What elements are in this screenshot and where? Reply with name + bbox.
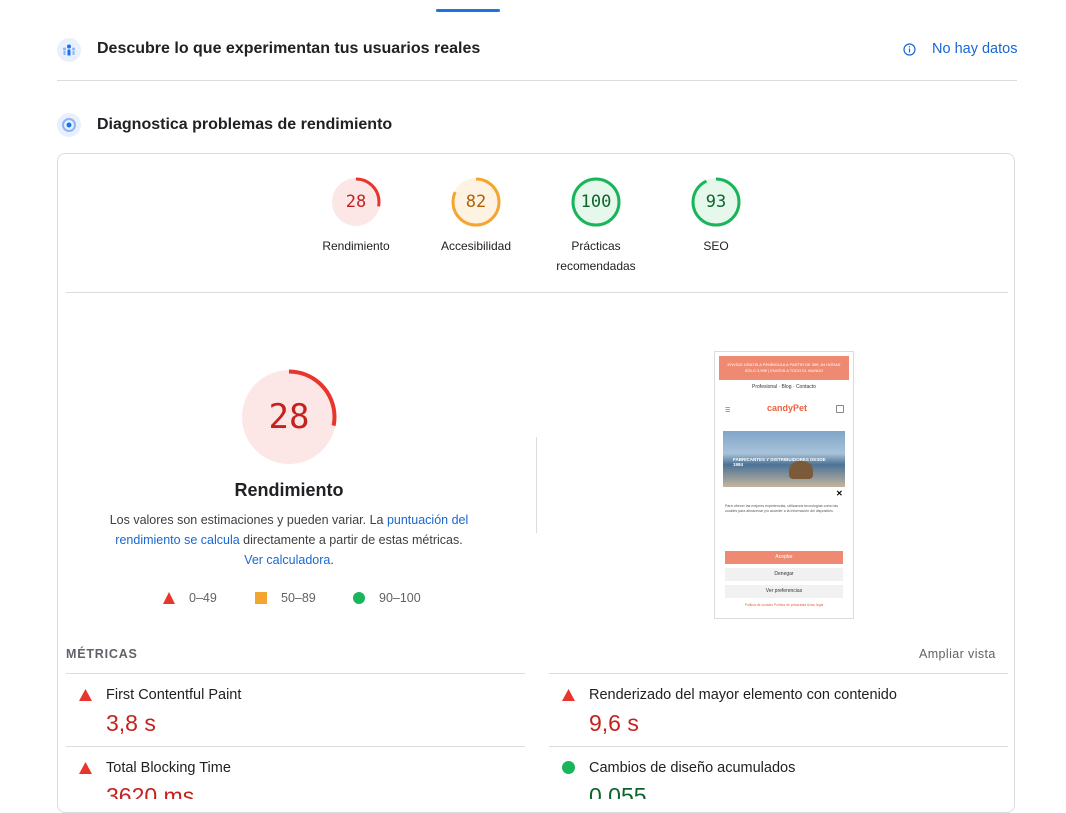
expand-view-button[interactable]: Ampliar vista bbox=[919, 647, 996, 661]
close-icon: ✕ bbox=[836, 489, 843, 498]
gauge-score: 100 bbox=[580, 192, 612, 212]
square-icon bbox=[255, 592, 267, 604]
promo-banner: ENVÍOS GRATIS A PENÍNSULA A PARTIR DE 39… bbox=[719, 356, 849, 380]
triangle-icon bbox=[562, 689, 575, 701]
hero-image: FABRICANTES Y DISTRIBUIDORES DESDE 1984 bbox=[723, 431, 845, 487]
desc-text: . bbox=[330, 553, 334, 567]
gauge-label: Accesibilidad bbox=[440, 239, 512, 253]
desc-text: directamente a partir de estas métricas. bbox=[239, 533, 463, 547]
users-icon bbox=[57, 38, 81, 62]
triangle-icon bbox=[163, 592, 175, 604]
legend-label: 90–100 bbox=[379, 591, 421, 605]
metrics-divider bbox=[66, 746, 525, 747]
legend-label: 0–49 bbox=[189, 591, 217, 605]
metrics-title: MÉTRICAS bbox=[66, 647, 138, 661]
metric-name: Total Blocking Time bbox=[106, 760, 231, 776]
triangle-icon bbox=[79, 689, 92, 701]
circle-icon bbox=[353, 592, 365, 604]
metric-fcp: First Contentful Paint 3,8 s bbox=[79, 687, 519, 737]
metrics-divider bbox=[549, 746, 1008, 747]
gauge-label-line: Prácticas bbox=[571, 239, 621, 253]
metric-value: 3,8 s bbox=[106, 710, 156, 736]
metric-name: First Contentful Paint bbox=[106, 687, 242, 703]
metric-value: 0,055 bbox=[589, 783, 647, 799]
legend-label: 50–89 bbox=[281, 591, 316, 605]
performance-description: Los valores son estimaciones y pueden va… bbox=[105, 510, 473, 570]
gauge-label: SEO bbox=[703, 239, 729, 253]
metric-name: Renderizado del mayor elemento con conte… bbox=[589, 687, 897, 703]
metric-cls: Cambios de diseño acumulados 0,055 bbox=[562, 760, 1002, 799]
metric-tbt: Total Blocking Time 3620 ms bbox=[79, 760, 519, 799]
hero-text: FABRICANTES Y DISTRIBUIDORES DESDE 1984 bbox=[733, 457, 826, 467]
circle-icon bbox=[562, 761, 575, 774]
metric-value: 3620 ms bbox=[106, 783, 195, 799]
cookie-text: Para ofrecer las mejores experiencias, u… bbox=[725, 504, 839, 513]
calculator-link[interactable]: Ver calculadora bbox=[244, 553, 330, 567]
gauge-label: Prácticas recomendadas bbox=[536, 236, 656, 276]
dog-shape bbox=[789, 461, 813, 479]
cart-icon bbox=[836, 405, 844, 413]
gauge-1[interactable]: 28 bbox=[331, 177, 381, 227]
field-data-title: Descubre lo que experimentan tus usuario… bbox=[97, 40, 481, 57]
lab-data-title: Diagnostica problemas de rendimiento bbox=[97, 116, 393, 133]
gauge-3[interactable]: 100 bbox=[571, 177, 621, 227]
gauge-label: Rendimiento bbox=[322, 239, 390, 253]
metrics-divider bbox=[66, 673, 525, 674]
metric-name: Cambios de diseño acumulados bbox=[589, 760, 796, 776]
site-logo: candyPet bbox=[766, 403, 808, 413]
gauge-2[interactable]: 82 bbox=[451, 177, 501, 227]
menu-icon: ☰ bbox=[725, 408, 731, 414]
desc-text: Los valores son estimaciones y pueden va… bbox=[109, 513, 387, 527]
gauge-label-line: recomendadas bbox=[556, 259, 636, 273]
accept-button: Aceptar bbox=[725, 551, 843, 564]
gauges-divider bbox=[66, 292, 1008, 293]
gauge-score: 28 bbox=[345, 192, 367, 212]
section-divider bbox=[57, 80, 1017, 81]
gauge-score: 93 bbox=[705, 192, 727, 212]
active-tab-indicator bbox=[436, 9, 500, 12]
diagnostics-icon bbox=[57, 113, 81, 137]
metric-lcp: Renderizado del mayor elemento con conte… bbox=[562, 687, 1002, 737]
vertical-divider bbox=[536, 437, 537, 533]
no-data-link[interactable]: No hay datos bbox=[932, 41, 1017, 57]
performance-gauge: 28 bbox=[240, 368, 338, 466]
gauge-4[interactable]: 93 bbox=[691, 177, 741, 227]
metric-value: 9,6 s bbox=[589, 710, 639, 736]
triangle-icon bbox=[79, 762, 92, 774]
footer-links: Política de cookies Política de privacid… bbox=[744, 603, 824, 607]
preferences-button: Ver preferencias bbox=[725, 585, 843, 598]
performance-score: 28 bbox=[268, 397, 310, 437]
performance-title: Rendimiento bbox=[234, 480, 344, 500]
gauge-score: 82 bbox=[465, 192, 487, 212]
site-nav: Profesional · Blog · Contacto bbox=[752, 384, 816, 390]
page-screenshot: ENVÍOS GRATIS A PENÍNSULA A PARTIR DE 39… bbox=[714, 351, 854, 619]
metrics-divider bbox=[549, 673, 1008, 674]
deny-button: Denegar bbox=[725, 568, 843, 581]
info-icon[interactable] bbox=[903, 43, 916, 56]
